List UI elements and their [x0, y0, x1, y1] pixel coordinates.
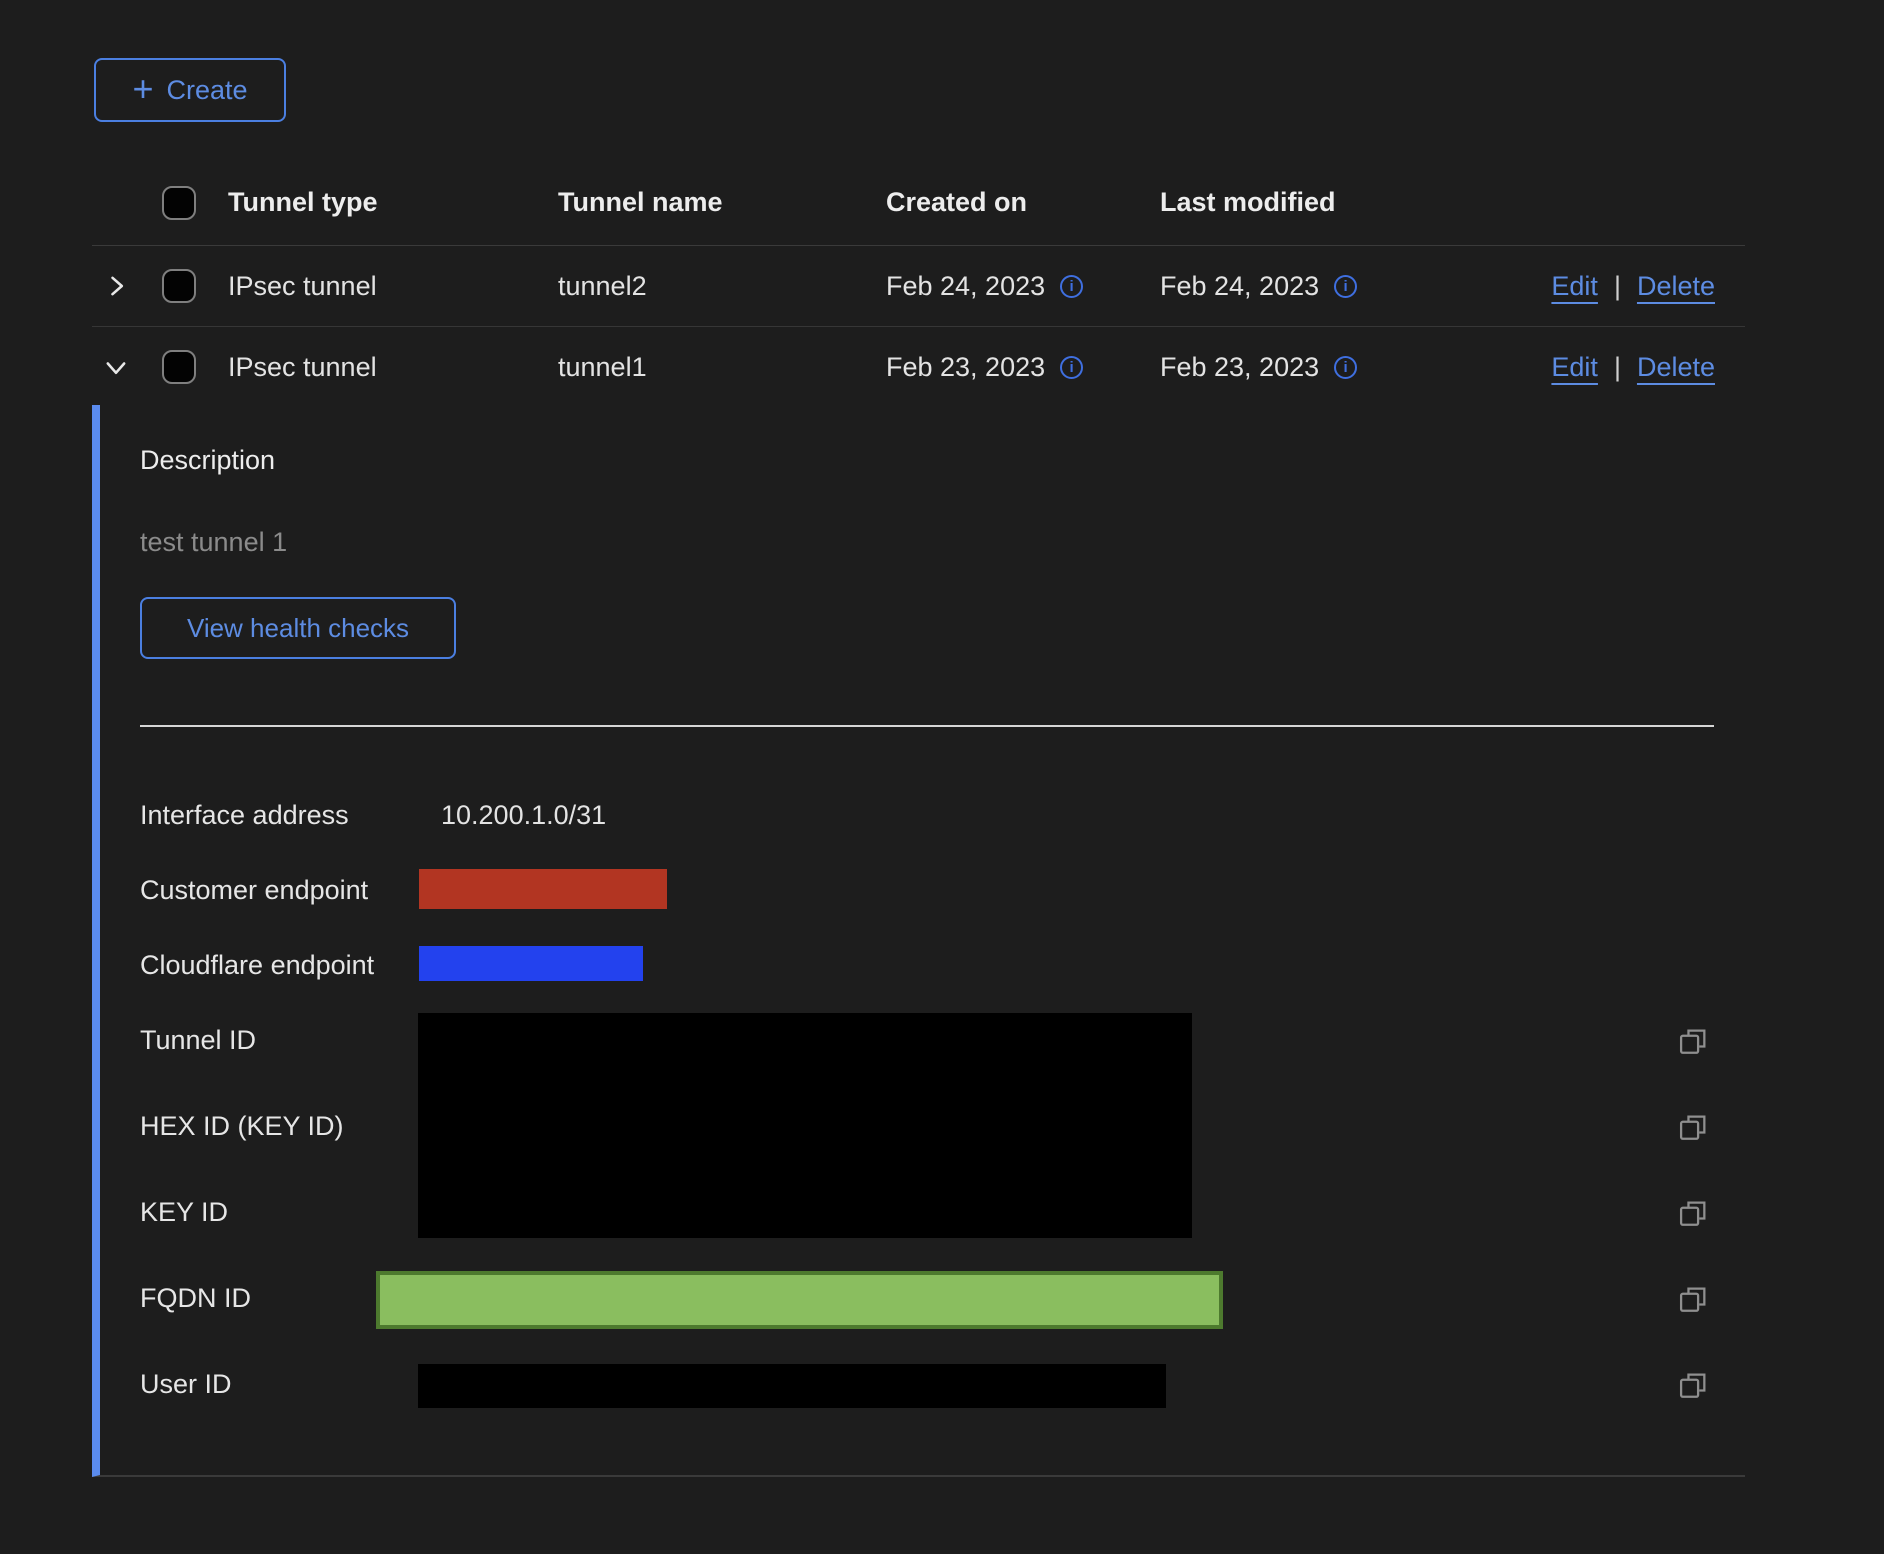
- hex-id-label: HEX ID (KEY ID): [140, 1111, 344, 1142]
- actions-separator: |: [1614, 352, 1621, 383]
- delete-link[interactable]: Delete: [1637, 271, 1715, 302]
- tunnel-hex-key-id-redacted-values: [418, 1013, 1192, 1238]
- fqdn-id-label: FQDN ID: [140, 1283, 251, 1314]
- info-icon[interactable]: i: [1060, 356, 1083, 379]
- header-tunnel-type: Tunnel type: [228, 187, 558, 218]
- description-value: test tunnel 1: [140, 527, 287, 558]
- tunnel-name-cell: tunnel2: [558, 271, 886, 302]
- created-on-cell: Feb 23, 2023: [886, 352, 1045, 383]
- header-last-modified: Last modified: [1160, 187, 1434, 218]
- header-tunnel-name: Tunnel name: [558, 187, 886, 218]
- tunnel-name-cell: tunnel1: [558, 352, 886, 383]
- view-health-checks-label: View health checks: [187, 613, 409, 644]
- info-icon[interactable]: i: [1334, 356, 1357, 379]
- info-icon[interactable]: i: [1334, 275, 1357, 298]
- create-button[interactable]: + Create: [94, 58, 286, 122]
- create-button-label: Create: [166, 75, 247, 106]
- customer-endpoint-redacted-value: [419, 869, 667, 909]
- row-checkbox[interactable]: [162, 350, 196, 384]
- user-id-label: User ID: [140, 1369, 232, 1400]
- copy-icon: [1676, 1111, 1710, 1145]
- table-header-row: Tunnel type Tunnel name Created on Last …: [92, 160, 1745, 246]
- tunnels-page: + Create Tunnel type Tunnel name Created…: [0, 0, 1884, 1554]
- interface-address-value: 10.200.1.0/31: [441, 800, 606, 831]
- last-modified-cell: Feb 24, 2023: [1160, 271, 1319, 302]
- last-modified-cell: Feb 23, 2023: [1160, 352, 1319, 383]
- tunnel-id-label: Tunnel ID: [140, 1025, 256, 1056]
- details-divider: [140, 725, 1714, 727]
- created-on-cell: Feb 24, 2023: [886, 271, 1045, 302]
- description-label: Description: [140, 445, 275, 476]
- copy-icon: [1676, 1197, 1710, 1231]
- copy-icon: [1676, 1025, 1710, 1059]
- actions-separator: |: [1614, 271, 1621, 302]
- chevron-down-icon[interactable]: [102, 353, 130, 381]
- customer-endpoint-label: Customer endpoint: [140, 875, 368, 906]
- copy-user-id-button[interactable]: [1676, 1369, 1710, 1403]
- edit-link[interactable]: Edit: [1551, 352, 1598, 383]
- tunnels-table: Tunnel type Tunnel name Created on Last …: [92, 160, 1745, 407]
- copy-key-id-button[interactable]: [1676, 1197, 1710, 1231]
- copy-fqdn-id-button[interactable]: [1676, 1283, 1710, 1317]
- key-id-label: KEY ID: [140, 1197, 228, 1228]
- fqdn-id-redacted-value: [376, 1271, 1223, 1329]
- chevron-right-icon[interactable]: [102, 272, 130, 300]
- table-row-expanded: IPsec tunnel tunnel1 Feb 23, 2023 i Feb …: [92, 327, 1745, 407]
- interface-address-label: Interface address: [140, 800, 349, 831]
- copy-icon: [1676, 1369, 1710, 1403]
- user-id-redacted-value: [418, 1364, 1166, 1408]
- tunnel-details-panel: Description test tunnel 1 View health ch…: [92, 405, 1745, 1477]
- edit-link[interactable]: Edit: [1551, 271, 1598, 302]
- copy-icon: [1676, 1283, 1710, 1317]
- tunnel-type-cell: IPsec tunnel: [228, 352, 558, 383]
- info-icon[interactable]: i: [1060, 275, 1083, 298]
- row-checkbox[interactable]: [162, 269, 196, 303]
- header-created-on: Created on: [886, 187, 1160, 218]
- copy-hex-id-button[interactable]: [1676, 1111, 1710, 1145]
- copy-tunnel-id-button[interactable]: [1676, 1025, 1710, 1059]
- tunnel-type-cell: IPsec tunnel: [228, 271, 558, 302]
- delete-link[interactable]: Delete: [1637, 352, 1715, 383]
- select-all-checkbox[interactable]: [162, 186, 196, 220]
- view-health-checks-button[interactable]: View health checks: [140, 597, 456, 659]
- cloudflare-endpoint-redacted-value: [419, 946, 643, 981]
- table-row: IPsec tunnel tunnel2 Feb 24, 2023 i Feb …: [92, 246, 1745, 327]
- cloudflare-endpoint-label: Cloudflare endpoint: [140, 950, 374, 981]
